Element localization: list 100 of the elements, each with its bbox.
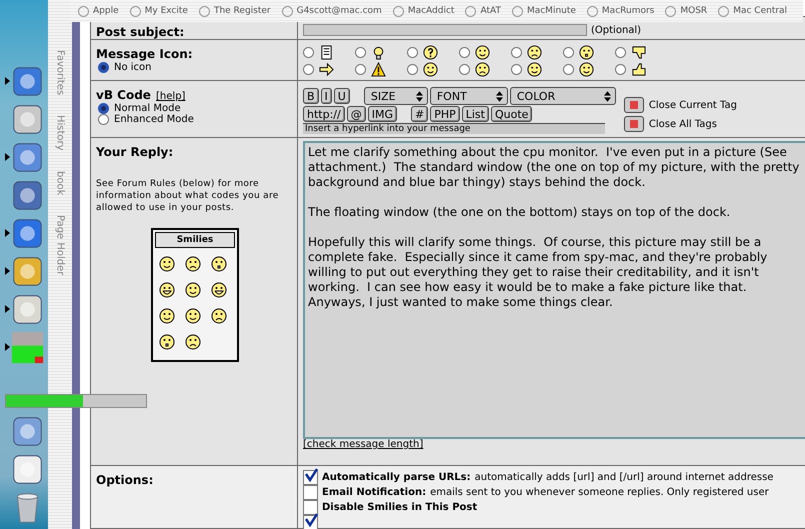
code-button[interactable]: #: [410, 106, 428, 122]
radio-button[interactable]: [407, 46, 418, 58]
updown-arrows-icon: [496, 90, 503, 102]
updown-arrows-icon: [416, 90, 423, 102]
thumbs-down-icon: [631, 44, 646, 60]
smiley-icon[interactable]: [159, 256, 175, 272]
radio-button[interactable]: [407, 64, 418, 74]
smiley-icon[interactable]: [211, 282, 227, 298]
checkbox[interactable]: [303, 485, 318, 500]
smiley-icon: [423, 62, 438, 76]
option-description: emails sent to you whenever someone replies. Only registered user: [430, 487, 769, 498]
smilies-title: Smilies: [155, 232, 235, 248]
favorite-button[interactable]: MacRumors: [586, 6, 654, 16]
checkbox[interactable]: [303, 470, 318, 485]
radio-button[interactable]: [303, 46, 314, 58]
radio-button[interactable]: [355, 46, 366, 58]
dropdown[interactable]: FONT: [430, 87, 508, 105]
your-reply-label: Your Reply:: [96, 145, 174, 159]
code-button[interactable]: IMG: [368, 106, 397, 122]
close-icon: [630, 120, 638, 128]
radio-button[interactable]: [459, 64, 470, 74]
favorite-button[interactable]: My Excite: [130, 6, 188, 16]
favorite-button[interactable]: MacAddict: [392, 6, 454, 16]
check-length-link[interactable]: [check message length]: [303, 439, 805, 450]
radio-button[interactable]: [98, 103, 109, 114]
reply-textarea[interactable]: Let me clarify something about the cpu monitor. I've even put in a picture (See attachment.) The standard window (the one on top of my picture, with the pretty background and blue bar thingy) stays behind the dock. The floating window (the one on the bottom) stays on top of the dock. Hopefully this will clarify some things. Of course, this picture may still be a complete fake. Especially since it came from spy-mac, and they're probably willing to put out everything they get to raise their creditability, and it isn't working. I can see how easy it would be to make a fake picture like that. Anyways, I just wanted to make some things clear.: [303, 141, 805, 439]
smiley-icon: [475, 44, 490, 60]
radio-button[interactable]: [511, 64, 522, 74]
favorite-button[interactable]: MOSR: [665, 6, 708, 16]
format-button[interactable]: I: [320, 88, 332, 104]
format-button[interactable]: U: [334, 88, 350, 104]
smiley-icon: [579, 44, 594, 60]
option-description: automatically adds [url] and [/url] around internet addresse: [474, 472, 774, 483]
favorite-button[interactable]: G4scott@mac.com: [282, 6, 382, 16]
radio-button[interactable]: [615, 46, 626, 58]
checkbox[interactable]: [303, 515, 318, 529]
format-button[interactable]: B: [303, 88, 319, 104]
question-icon: [423, 44, 438, 60]
close-tag-label: Close All Tags: [648, 118, 717, 130]
radio-button[interactable]: [563, 46, 574, 58]
close-tag-button[interactable]: [624, 116, 644, 132]
radio-button[interactable]: [511, 46, 522, 58]
smiley-icon[interactable]: [159, 308, 175, 324]
dropdown[interactable]: SIZE: [364, 87, 428, 105]
code-button[interactable]: List: [462, 106, 489, 122]
close-tag-label: Close Current Tag: [648, 100, 737, 110]
lightbulb-icon: [371, 44, 386, 60]
favorite-button[interactable]: The Register: [198, 6, 271, 16]
option-title: Email Notification:: [322, 487, 426, 498]
favorite-button[interactable]: Apple: [78, 6, 119, 16]
arrow-icon: [319, 62, 334, 76]
radio-button[interactable]: [355, 64, 366, 74]
thumbs-up-icon: [631, 62, 646, 76]
option-title: Automatically parse URLs:: [322, 472, 471, 483]
code-button[interactable]: http://: [303, 106, 345, 122]
smiley-icon[interactable]: [185, 282, 201, 298]
mode-label: Enhanced Mode: [114, 114, 194, 125]
favorite-button[interactable]: AtAT: [465, 6, 501, 16]
smiley-icon[interactable]: [185, 334, 201, 350]
warning-icon: [371, 62, 386, 76]
code-button[interactable]: @: [346, 106, 366, 122]
option-title: Disable Smilies in This Post: [322, 502, 478, 513]
smiley-icon: [579, 62, 594, 76]
forum-rules-note: See Forum Rules (below) for more information about what codes you are allowed to use in your posts.: [96, 178, 280, 214]
smiley-icon[interactable]: [159, 282, 175, 298]
status-field: Insert a hyperlink into your message: [303, 123, 605, 134]
radio-button[interactable]: [303, 64, 314, 74]
note-icon: [319, 44, 334, 60]
smiley-icon[interactable]: [159, 334, 175, 350]
optional-hint: (Optional): [591, 25, 642, 36]
favorite-button[interactable]: Mac Central: [718, 6, 788, 16]
close-tag-button[interactable]: [624, 97, 644, 113]
radio-button[interactable]: [98, 114, 109, 125]
code-button[interactable]: PHP: [430, 106, 460, 122]
radio-button[interactable]: [459, 46, 470, 58]
help-link[interactable]: [help]: [156, 91, 186, 102]
post-subject-label: Post subject:: [96, 25, 184, 39]
no-icon-label: No icon: [114, 62, 152, 73]
smiley-icon[interactable]: [185, 256, 201, 272]
radio-button[interactable]: [98, 62, 109, 73]
radio-button[interactable]: [563, 64, 574, 74]
vb-code-label: vB Code: [96, 88, 151, 102]
radio-button[interactable]: [615, 64, 626, 74]
dropdown[interactable]: COLOR: [510, 87, 616, 105]
code-button[interactable]: Quote: [490, 106, 532, 122]
activity-monitor-icon[interactable]: [10, 330, 44, 364]
subject-field[interactable]: [303, 24, 587, 36]
smiley-icon[interactable]: [211, 308, 227, 324]
smiley-icon[interactable]: [211, 256, 227, 272]
close-icon: [630, 101, 638, 109]
smiley-icon[interactable]: [185, 308, 201, 324]
checkbox[interactable]: [303, 500, 318, 515]
mode-label: Normal Mode: [114, 103, 181, 114]
favorite-button[interactable]: MacMinute: [512, 6, 576, 16]
smiley-icon: [527, 62, 542, 76]
updown-arrows-icon: [604, 90, 611, 102]
options-label: Options:: [96, 473, 154, 487]
smiley-icon: [475, 62, 490, 76]
smiley-icon: [527, 44, 542, 60]
message-icon-label: Message Icon:: [96, 47, 193, 61]
